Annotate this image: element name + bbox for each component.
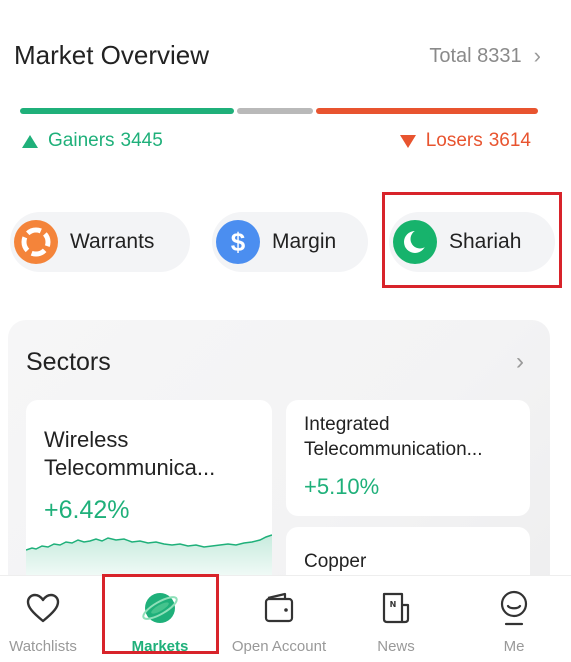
advance-decline-bar (20, 108, 538, 114)
total-link[interactable]: Total 8331 › (429, 43, 541, 69)
chevron-right-icon: › (533, 43, 541, 68)
profile-icon (494, 588, 534, 628)
neutral-segment (237, 108, 313, 114)
total-text: Total 8331 (429, 44, 522, 67)
sector-change: +6.42% (44, 496, 130, 524)
sector-name: Wireless Telecommunica... (44, 427, 216, 480)
chevron-right-icon[interactable]: › (516, 348, 524, 376)
nav-label: Watchlists (9, 638, 77, 655)
nav-label: News (377, 638, 415, 655)
sectors-title: Sectors (26, 348, 111, 376)
gainers-stat: Gainers 3445 (22, 130, 163, 152)
margin-button[interactable]: $ Margin (212, 212, 368, 272)
up-triangle-icon (22, 134, 38, 148)
nav-me[interactable]: Me (457, 576, 571, 662)
nav-open-account[interactable]: Open Account (222, 576, 336, 662)
warrants-button[interactable]: Warrants (10, 212, 190, 272)
svg-text:N: N (390, 600, 397, 609)
news-icon: N (376, 588, 416, 628)
heart-icon (23, 588, 63, 628)
nav-watchlists[interactable]: Watchlists (0, 576, 100, 662)
bottom-nav: Watchlists Markets Open Account N News M… (0, 574, 571, 662)
sector-name: Copper (304, 551, 367, 572)
losers-segment (316, 108, 538, 114)
sector-tile-wireless[interactable]: Wireless Telecommunica... +6.42% (26, 400, 272, 600)
nav-label: Open Account (231, 638, 327, 655)
dollar-icon: $ (216, 220, 260, 264)
margin-label: Margin (272, 230, 337, 253)
down-triangle-icon (399, 134, 416, 148)
shariah-highlight (382, 192, 562, 288)
warrants-label: Warrants (70, 230, 155, 253)
warrants-icon (14, 220, 58, 264)
wallet-icon (259, 588, 299, 628)
markets-highlight (102, 574, 219, 654)
sector-name: Integrated Telecommunication... (304, 414, 483, 460)
market-overview-title: Market Overview (14, 40, 210, 70)
gainers-segment (20, 108, 234, 114)
nav-news[interactable]: N News (339, 576, 453, 662)
sector-tile-integrated-telecom[interactable]: Integrated Telecommunication... +5.10% (286, 400, 530, 516)
losers-stat: Losers 3614 (399, 130, 531, 152)
nav-label: Me (503, 638, 525, 655)
sector-change: +5.10% (304, 474, 380, 499)
